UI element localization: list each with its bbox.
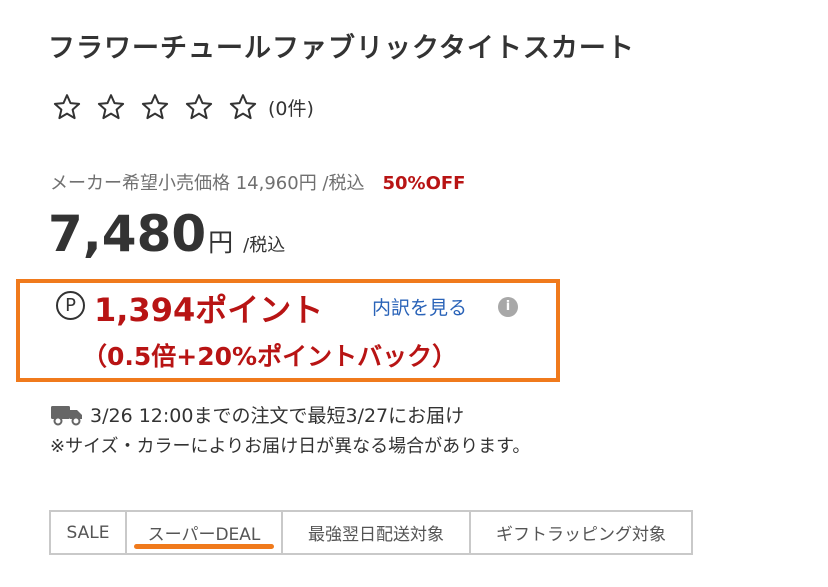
points-icon: P — [56, 291, 85, 320]
review-count[interactable]: (0件) — [268, 94, 314, 121]
delivery-text: 3/26 12:00までの注文で最短3/27にお届け — [90, 405, 465, 427]
price-unit: 円 — [208, 228, 234, 257]
msrp-text: メーカー希望小売価格 14,960円 /税込 — [50, 173, 365, 194]
product-title: フラワーチュールファブリックタイトスカート — [48, 33, 635, 64]
tag-next-day-delivery[interactable]: 最強翌日配送対象 — [281, 510, 471, 555]
price: 7,480 円 /税込 — [48, 205, 285, 263]
tag-sale-label: SALE — [66, 522, 110, 543]
star-icon — [141, 94, 169, 120]
tag-list: SALE スーパーDEAL 最強翌日配送対象 ギフトラッピング対象 — [49, 510, 693, 555]
price-amount: 7,480 — [48, 205, 207, 263]
star-icon — [53, 94, 81, 120]
points-multiplier: （0.5倍+20%ポイントバック） — [82, 342, 458, 371]
tag-next-day-label: 最強翌日配送対象 — [308, 525, 444, 545]
tag-gift-wrapping[interactable]: ギフトラッピング対象 — [469, 510, 693, 555]
tag-gift-label: ギフトラッピング対象 — [496, 525, 666, 545]
truck-icon — [51, 405, 82, 425]
price-tax-note: /税込 — [243, 235, 286, 256]
info-icon[interactable]: i — [498, 297, 518, 317]
tag-super-deal-label: スーパーDEAL — [147, 525, 261, 545]
tag-sale[interactable]: SALE — [49, 510, 127, 555]
delivery-info: 3/26 12:00までの注文で最短3/27にお届け — [50, 401, 464, 428]
points-highlight-box: P 1,394ポイント 内訳を見る i （0.5倍+20%ポイントバック） — [16, 279, 560, 382]
discount-badge: 50%OFF — [382, 173, 466, 194]
points-breakdown-link[interactable]: 内訳を見る — [372, 293, 467, 320]
msrp-line: メーカー希望小売価格 14,960円 /税込 50%OFF — [50, 169, 465, 195]
rating[interactable]: (0件) — [52, 92, 314, 122]
star-icon — [229, 94, 257, 120]
star-icon — [185, 94, 213, 120]
tag-highlight-underline — [134, 544, 274, 549]
points-amount: 1,394ポイント — [94, 291, 324, 329]
star-icon — [97, 94, 125, 120]
tag-super-deal[interactable]: スーパーDEAL — [125, 510, 283, 555]
delivery-note: ※サイズ・カラーによりお届け日が異なる場合があります。 — [50, 436, 531, 457]
